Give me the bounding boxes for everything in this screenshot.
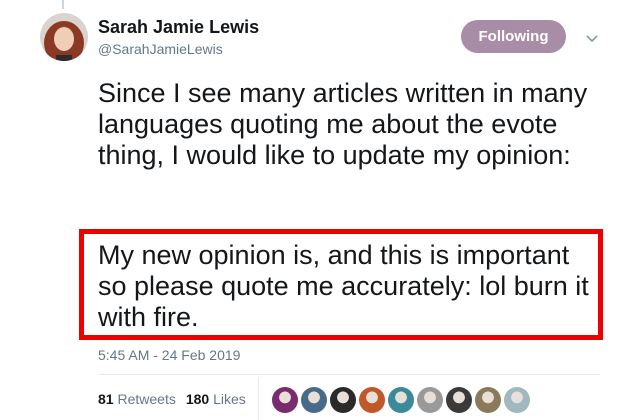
likes-stat[interactable]: 180 Likes <box>186 391 246 407</box>
retweets-stat[interactable]: 81 Retweets <box>98 391 176 407</box>
liker-avatar[interactable] <box>301 387 327 413</box>
likes-label: Likes <box>213 391 246 407</box>
divider <box>98 374 600 375</box>
liker-avatar[interactable] <box>272 387 298 413</box>
tweet-text: Since I see many articles written in man… <box>98 78 588 170</box>
retweets-count: 81 <box>98 391 114 407</box>
following-button[interactable]: Following <box>461 20 566 53</box>
likes-count: 180 <box>185 391 210 407</box>
liker-avatar[interactable] <box>417 387 443 413</box>
author-handle[interactable]: @SarahJamieLewis <box>98 41 223 57</box>
liker-avatars <box>272 387 530 413</box>
author-name[interactable]: Sarah Jamie Lewis <box>98 17 259 38</box>
tweet-text-highlighted: My new opinion is, and this is important… <box>98 240 589 332</box>
tweet-stats: 81 Retweets 180 Likes <box>98 391 246 407</box>
liker-avatar[interactable] <box>504 387 530 413</box>
tweet-timestamp[interactable]: 5:45 AM - 24 Feb 2019 <box>98 347 240 363</box>
liker-avatar[interactable] <box>330 387 356 413</box>
thread-connector-line <box>62 0 64 9</box>
liker-avatar[interactable] <box>475 387 501 413</box>
liker-avatar[interactable] <box>359 387 385 413</box>
chevron-down-icon[interactable] <box>584 30 600 46</box>
liker-avatar[interactable] <box>388 387 414 413</box>
stats-separator <box>258 377 259 420</box>
retweets-label: Retweets <box>117 391 176 407</box>
author-avatar[interactable] <box>40 13 88 61</box>
liker-avatar[interactable] <box>446 387 472 413</box>
